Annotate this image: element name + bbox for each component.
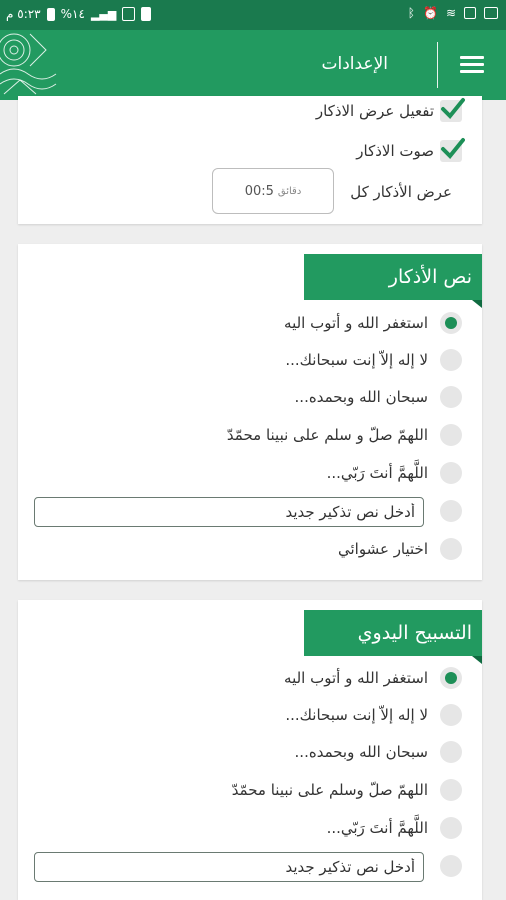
radio-button[interactable] [440,386,462,408]
menu-button[interactable] [460,53,486,75]
section-title: التسبيح اليدوي [357,622,472,644]
azkar-option-4[interactable]: اللَّهمَّ أنتَ رَبّي... [327,462,462,484]
radio-button[interactable] [440,538,462,560]
interval-unit: دقائق [277,185,302,197]
interval-label: عرض الأذكار كل [350,183,452,201]
custom-tasbeeh-input[interactable] [34,852,424,882]
option-label: استغفر الله و أتوب اليه [284,314,428,332]
radio-button[interactable] [440,817,462,839]
status-left: ٥:٢٣ م %١٤ ▂▄▆ [6,7,152,21]
tasbeeh-option-1[interactable]: لا إله إلاّ إنت سبحانك... [285,704,462,726]
image-icon [484,7,498,19]
azkar-sound-row[interactable]: صوت الاذكار [356,138,465,162]
azkar-option-random[interactable]: اختيار عشوائي [338,538,462,560]
tasbeeh-option-4[interactable]: اللَّهمَّ أنتَ رَبّي... [327,817,462,839]
radio-button[interactable] [440,500,462,522]
check-icon [441,98,465,119]
option-label: اختيار عشوائي [338,540,428,558]
radio-button[interactable] [440,741,462,763]
ornament-logo-icon [0,33,57,95]
radio-button[interactable] [440,779,462,801]
azkar-option-custom[interactable] [440,500,462,522]
hamburger-icon [460,56,484,59]
option-label: لا إله إلاّ إنت سبحانك... [285,351,428,369]
custom-azkar-input[interactable] [34,497,424,527]
radio-button[interactable] [440,424,462,446]
azkar-text-header: نص الأذكار [304,254,482,308]
azkar-sound-label: صوت الاذكار [356,142,434,160]
enable-azkar-row[interactable]: تفعيل عرض الاذكار [315,98,465,122]
status-right: ᛒ ⏰ ≋ [408,6,498,20]
azkar-option-3[interactable]: اللهمّ صلّ و سلم على نبينا محمّدّ [227,424,462,446]
manual-tasbeeh-header: التسبيح اليدوي [304,610,482,664]
bluetooth-icon: ᛒ [407,6,415,20]
azkar-option-0[interactable]: استغفر الله و أتوب اليه [284,312,462,334]
signal-icon: ▂▄▆ [90,7,117,21]
alarm-icon: ⏰ [422,6,438,20]
azkar-sound-checkbox[interactable] [440,138,465,162]
tasbeeh-option-2[interactable]: سبحان الله وبحمده... [295,741,462,763]
interval-value: 00:5 [244,183,274,199]
option-label: لا إله إلاّ إنت سبحانك... [285,706,428,724]
tasbeeh-option-custom[interactable] [440,855,462,877]
battery-icon [46,7,55,21]
radio-button[interactable] [440,667,462,689]
option-label: سبحان الله وبحمده... [294,388,428,406]
azkar-text-card: نص الأذكار استغفر الله و أتوب اليه لا إل… [18,244,482,580]
azkar-option-1[interactable]: لا إله إلاّ إنت سبحانك... [285,349,462,371]
enable-azkar-label: تفعيل عرض الاذكار [315,102,434,120]
page-title: الإعدادات [321,54,388,74]
azkar-option-2[interactable]: سبحان الله وبحمده... [295,386,462,408]
battery-level: %١٤ [60,7,85,21]
option-label: استغفر الله و أتوب اليه [284,669,428,687]
radio-button[interactable] [440,462,462,484]
radio-button[interactable] [440,349,462,371]
status-bar: ٥:٢٣ م %١٤ ▂▄▆ ᛒ ⏰ ≋ [0,0,506,30]
radio-button[interactable] [440,855,462,877]
option-label: اللَّهمَّ أنتَ رَبّي... [326,464,428,482]
appbar-divider [437,42,438,88]
option-label: اللهمّ صلّ و سلم على نبينا محمّدّ [226,426,428,444]
interval-picker[interactable]: 00:5 دقائق [212,168,334,214]
wifi-icon: ≋ [445,6,456,20]
status-time: ٥:٢٣ م [6,7,41,21]
option-label: سبحان الله وبحمده... [294,743,428,761]
section-title: نص الأذكار [388,266,472,288]
radio-button[interactable] [440,312,462,334]
radio-button[interactable] [440,704,462,726]
app-bar: الإعدادات [0,30,506,100]
enable-azkar-checkbox[interactable] [440,98,465,122]
sim-icon [141,7,152,21]
manual-tasbeeh-card: التسبيح اليدوي استغفر الله و أتوب اليه ل… [18,600,482,900]
data-sim-icon [122,7,136,21]
check-icon [441,138,465,159]
display-settings-card: تفعيل عرض الاذكار صوت الاذكار عرض الأذكا… [18,96,482,224]
tasbeeh-option-0[interactable]: استغفر الله و أتوب اليه [284,667,462,689]
option-label: اللهمّ صلّ وسلم على نبينا محمّدّ [231,781,428,799]
tasbeeh-option-3[interactable]: اللهمّ صلّ وسلم على نبينا محمّدّ [232,779,462,801]
option-label: اللَّهمَّ أنتَ رَبّي... [326,819,428,837]
screenshot-icon [464,7,476,19]
